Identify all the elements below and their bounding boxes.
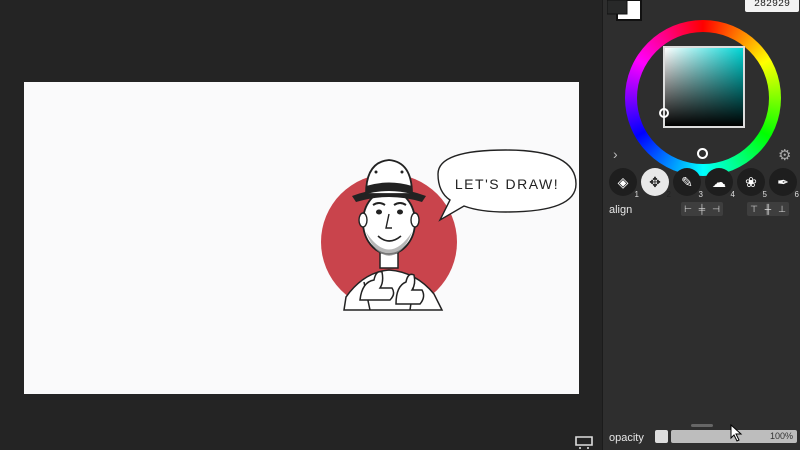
transform-tool[interactable]: ✥ 2 xyxy=(641,168,671,199)
align-left-icon[interactable]: ⊢ xyxy=(681,202,695,216)
fit-screen-icon[interactable] xyxy=(574,435,594,449)
align-label: align xyxy=(609,204,633,216)
chevron-right-icon[interactable]: › xyxy=(613,146,618,162)
mouse-pointer-icon xyxy=(730,424,743,442)
fill-brush-icon: ❀ xyxy=(745,173,757,190)
color-swatches[interactable] xyxy=(607,0,643,22)
horizontal-align-group: ⊢ ╪ ⊣ xyxy=(681,202,723,216)
eraser-tool[interactable]: ◈ 1 xyxy=(609,168,639,199)
canvas-artwork: LET'S DRAW! xyxy=(321,149,577,311)
brush-tool[interactable]: ✎ 3 xyxy=(673,168,703,199)
vertical-align-group: ⊤ ╫ ⊥ xyxy=(747,202,789,216)
workspace: LET'S DRAW! xyxy=(0,0,602,450)
align-right-icon[interactable]: ⊣ xyxy=(709,202,723,216)
hex-color-input[interactable]: 282929 xyxy=(745,0,799,12)
tool-number: 6 xyxy=(794,190,799,199)
tool-number: 2 xyxy=(666,190,671,199)
eraser-icon: ◈ xyxy=(617,173,629,190)
panel-resize-handle[interactable] xyxy=(691,424,713,427)
align-bottom-icon[interactable]: ⊥ xyxy=(775,202,789,216)
saturation-handle[interactable] xyxy=(659,108,669,118)
drawing-canvas[interactable]: LET'S DRAW! xyxy=(24,82,579,394)
pen-tool[interactable]: ✒ 6 xyxy=(769,168,799,199)
brush-icon: ✎ xyxy=(681,173,693,190)
smudge-icon: ☁ xyxy=(712,173,726,190)
align-center-icon[interactable]: ╪ xyxy=(695,202,709,216)
hue-wheel[interactable] xyxy=(625,20,781,176)
speech-bubble-text: LET'S DRAW! xyxy=(455,176,559,192)
brush-toolbar: ◈ 1 ✥ 2 ✎ 3 ☁ 4 ❀ 5 ✒ 6 xyxy=(607,168,800,199)
fill-brush-tool[interactable]: ❀ 5 xyxy=(737,168,767,199)
pen-icon: ✒ xyxy=(777,173,789,190)
saturation-value-square[interactable] xyxy=(659,46,745,128)
tool-number: 1 xyxy=(634,190,639,199)
tool-number: 5 xyxy=(762,190,767,199)
hue-handle[interactable] xyxy=(697,148,708,159)
align-top-icon[interactable]: ⊤ xyxy=(747,202,761,216)
tool-panel: 282929 › ⚙ ◈ 1 ✥ 2 ✎ 3 ☁ 4 ❀ 5 ✒ 6 align… xyxy=(602,0,800,450)
smudge-tool[interactable]: ☁ 4 xyxy=(705,168,735,199)
tool-number: 3 xyxy=(698,190,703,199)
align-middle-icon[interactable]: ╫ xyxy=(761,202,775,216)
opacity-value: 100% xyxy=(769,431,793,441)
transform-icon: ✥ xyxy=(649,173,661,190)
opacity-label: opacity xyxy=(609,432,644,444)
gear-icon[interactable]: ⚙ xyxy=(778,146,791,164)
opacity-color-swatch[interactable] xyxy=(655,430,668,443)
tool-number: 4 xyxy=(730,190,735,199)
